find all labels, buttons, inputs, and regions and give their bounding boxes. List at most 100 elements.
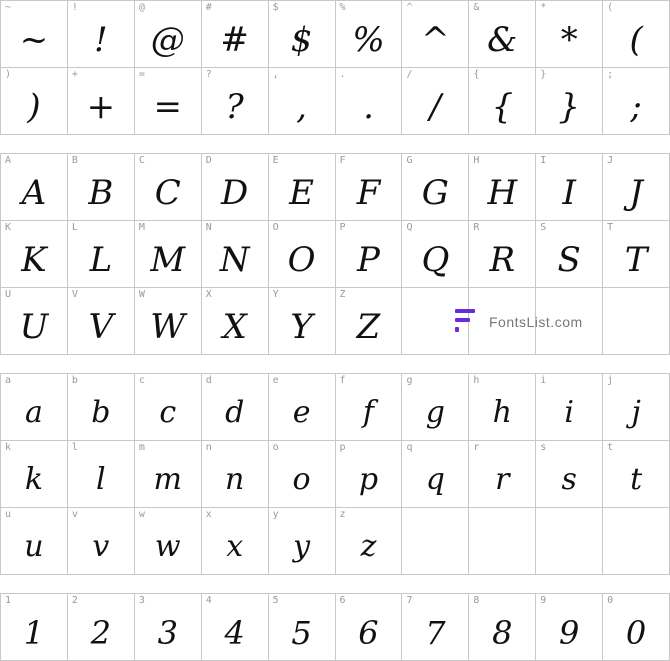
glyph-cell: 88 [469, 594, 537, 661]
glyph-cell: UU [1, 288, 68, 355]
glyph-cell: 44 [201, 594, 269, 661]
glyph-sample: E [289, 172, 314, 213]
glyph-cell: HH [469, 154, 537, 221]
empty-cell [603, 508, 670, 575]
glyph-sample: I [562, 172, 576, 213]
glyph-cell: cc [134, 374, 202, 441]
glyph-sample: ? [225, 86, 244, 127]
glyph-sample: h [492, 395, 512, 430]
glyph-sample: 9 [559, 613, 580, 652]
glyph-cell: (( [603, 1, 670, 68]
watermark-text: FontsList.com [489, 314, 583, 330]
glyph-cell: YY [268, 288, 336, 355]
glyph-sample: M [150, 239, 186, 280]
glyph-sample: y [293, 529, 311, 564]
glyph-cell: + + [67, 68, 135, 135]
glyph-sample: 7 [425, 613, 446, 652]
glyph-sample: J [629, 172, 643, 213]
glyph-sample: / [429, 86, 442, 127]
glyph-sample: $ [290, 19, 313, 60]
glyph-sample: j [631, 395, 641, 430]
empty-cell [402, 508, 470, 575]
glyph-sample: ( [629, 19, 643, 60]
glyph-sample: { [491, 86, 514, 127]
glyph-sample: K [21, 239, 47, 280]
glyph-cell: / / [402, 68, 470, 135]
glyph-sample: & [487, 19, 518, 60]
digits-row: 11223344556677889900 [1, 594, 670, 661]
empty-cell [469, 508, 537, 575]
glyph-sample: Z [356, 306, 381, 347]
glyph-cell: zz [335, 508, 403, 575]
glyph-cell: ;; [603, 68, 670, 135]
glyph-cell: )) [1, 68, 68, 135]
glyph-sample: * [560, 19, 578, 60]
glyph-sample: d [225, 395, 245, 430]
glyph-sample: P [357, 239, 380, 280]
uppercase-row: AABBCCDDEEFFGGHHIIJJ [1, 154, 670, 221]
glyph-sample: ; [630, 86, 642, 127]
glyph-sample: , [296, 86, 307, 127]
glyph-cell: ^ ^ [402, 1, 470, 68]
glyph-cell: * * [536, 1, 604, 68]
glyph-cell: GG [402, 154, 470, 221]
glyph-cell: JJ [603, 154, 670, 221]
glyph-cell: # # [201, 1, 269, 68]
glyph-cell: ss [536, 441, 604, 508]
glyph-sample: ^ [421, 19, 450, 60]
glyph-cell: FF [335, 154, 403, 221]
glyph-cell: II [536, 154, 604, 221]
glyph-sample: g [425, 395, 445, 430]
glyph-cell: {{ [469, 68, 537, 135]
glyph-cell: RR [469, 221, 537, 288]
glyph-sample: # [220, 19, 249, 60]
glyph-cell: EE [268, 154, 336, 221]
glyph-cell: 22 [67, 594, 135, 661]
symbols-grid: ~ ~!! @ @ # # $ $%% ^ ^ & & * *(()) + + = =??,,.. / /{{}};; [0, 0, 670, 135]
glyph-sample: e [292, 395, 311, 430]
glyph-cell: nn [201, 441, 269, 508]
glyph-sample: t [630, 462, 643, 497]
glyph-cell: 99 [536, 594, 604, 661]
glyph-cell: = = [134, 68, 202, 135]
lowercase-row: uuvvwwxxyyzz [1, 508, 670, 575]
glyph-cell: TT [603, 221, 670, 288]
glyph-cell: ii [536, 374, 604, 441]
glyph-sample [469, 519, 535, 574]
glyph-cell: .. [335, 68, 403, 135]
glyph-sample: r [495, 462, 510, 497]
glyph-cell: ww [134, 508, 202, 575]
glyph-sample: o [292, 462, 311, 497]
symbols-row: ~ ~!! @ @ # # $ $%% ^ ^ & & * *(( [1, 1, 670, 68]
glyph-cell: ff [335, 374, 403, 441]
glyph-cell: 77 [402, 594, 470, 661]
glyph-cell: MM [134, 221, 202, 288]
glyph-cell: 00 [603, 594, 670, 661]
glyph-cell: SS [536, 221, 604, 288]
glyph-cell: qq [402, 441, 470, 508]
glyph-cell: DD [201, 154, 269, 221]
glyph-sample: O [287, 239, 316, 280]
glyph-cell: !! [67, 1, 135, 68]
glyph-sample: 6 [358, 613, 379, 652]
glyph-cell: AA [1, 154, 68, 221]
digits-grid: 11223344556677889900 [0, 593, 670, 661]
glyph-sample [603, 519, 669, 574]
glyph-sample: + [86, 86, 116, 127]
glyph-sample: k [24, 462, 44, 497]
glyph-sample: 2 [90, 613, 112, 652]
glyph-cell: hh [469, 374, 537, 441]
glyph-cell: dd [201, 374, 269, 441]
glyph-sample: X [222, 306, 247, 347]
glyph-cell: VV [67, 288, 135, 355]
glyph-sample: L [89, 239, 113, 280]
glyph-cell: vv [67, 508, 135, 575]
glyph-sample: V [88, 306, 114, 347]
glyph-sample [603, 299, 669, 354]
glyph-sample: f [362, 395, 375, 430]
empty-cell [603, 288, 670, 355]
glyph-sample: ) [27, 86, 41, 127]
glyph-cell: rr [469, 441, 537, 508]
glyph-sample: = [153, 86, 183, 127]
glyph-sample: n [225, 462, 245, 497]
